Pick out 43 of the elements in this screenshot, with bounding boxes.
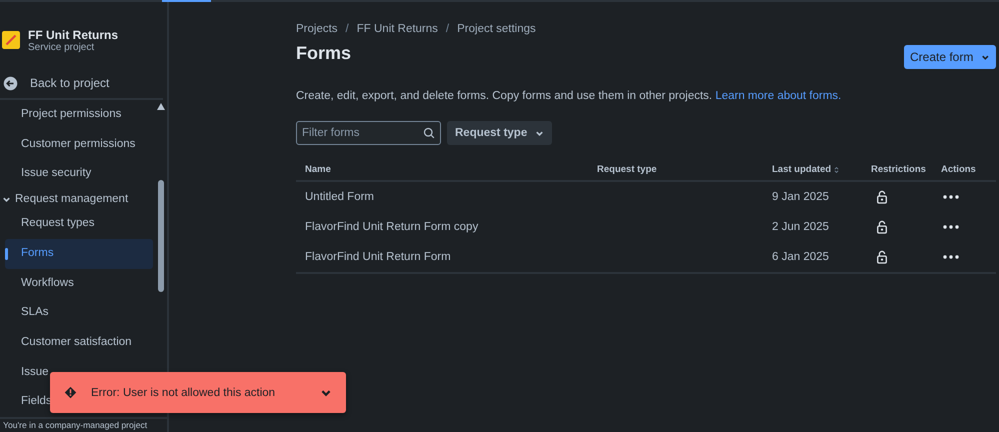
breadcrumb-link[interactable]: FF Unit Returns [356,23,438,37]
form-name-cell[interactable]: FlavorFind Unit Return Form [296,251,588,263]
column-header: Restrictions [870,164,927,175]
chevron-down-icon [535,128,544,138]
create-form-button[interactable]: Create form [904,45,996,69]
sidebar-item[interactable]: Forms [5,238,153,269]
description-text: Create, edit, export, and delete forms. Copy forms and use them in other projects. Learn more about forms. [296,90,842,104]
project-name: FF Unit Returns [28,28,118,42]
sidebar-item[interactable]: Customer permissions [5,130,153,160]
sidebar-item[interactable]: Request types [5,209,153,239]
column-header: Name [304,164,332,175]
page-title: Forms [296,43,352,64]
sidebar-item[interactable]: Workflows [5,268,153,298]
footer-note: You're in a company-managed project [0,417,167,432]
project-type: Service project [28,42,96,52]
search-icon [423,127,435,139]
request-type-dropdown[interactable]: Request type [447,121,552,145]
filter-field[interactable]: Filter forms [296,121,441,145]
sidebar-item[interactable]: Issue security [5,159,153,190]
back-link[interactable]: Back to project [0,56,163,100]
form-name-cell[interactable]: FlavorFind Unit Return Form copy [296,221,588,233]
date-cell-text: 9 Jan 2025 [771,191,830,203]
learn-more-link[interactable]: Learn more about forms. [715,90,842,102]
breadcrumb-link[interactable]: Projects [296,23,338,37]
form-name-cell[interactable]: Untitled Form [296,191,588,203]
sidebar-item[interactable]: Project permissions [5,100,153,130]
chevron-icon [2,194,11,204]
warning-icon [64,386,77,399]
sidebar-item[interactable]: Customer satisfaction [5,328,153,358]
top-bar-indicator [162,0,211,2]
date-cell-text: 2 Jun 2025 [771,221,830,233]
toast-message: Error: User is not allowed this action [91,386,276,398]
date-cell-text: 6 Jan 2025 [771,251,830,263]
breadcrumb-separator: / [344,23,350,37]
column-header[interactable]: Last updated [763,164,862,175]
project-icon [2,31,20,49]
sidebar-item[interactable]: SLAs [5,298,153,328]
column-header: Request type [596,164,658,175]
breadcrumb-separator: / [444,23,450,37]
chevron-down-icon [981,52,990,62]
nav-section[interactable]: Request management [2,189,153,210]
breadcrumb-link[interactable]: Project settings [457,23,536,37]
column-header: Actions [940,164,977,175]
